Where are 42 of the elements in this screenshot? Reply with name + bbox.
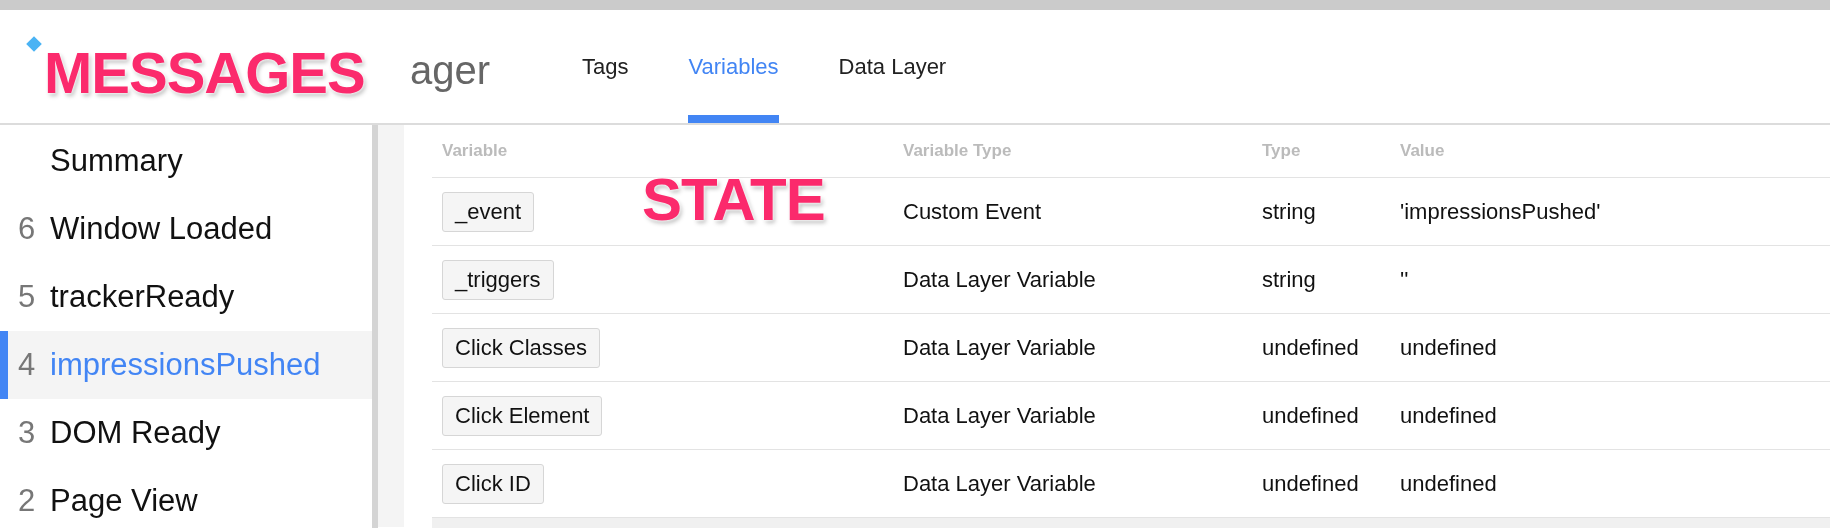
variable-button[interactable]: _triggers: [442, 259, 554, 300]
variable-button[interactable]: Click Element: [442, 395, 603, 436]
message-item[interactable]: Summary: [0, 127, 372, 195]
table-cell: undefined: [1262, 382, 1400, 450]
logo-text: ager: [410, 47, 491, 93]
table-cell: 'impressionsPushed': [1400, 178, 1830, 246]
message-label: DOM Ready: [50, 415, 221, 451]
message-label: Page View: [50, 483, 198, 519]
column-header: Value: [1400, 125, 1830, 178]
message-label: Window Loaded: [50, 211, 273, 247]
nav-tab[interactable]: Data Layer: [838, 10, 947, 123]
variable-button[interactable]: _event: [442, 191, 535, 232]
table-cell: Data Layer Variable: [903, 314, 1262, 382]
message-item[interactable]: 2 Page View: [0, 467, 372, 528]
annotation-label: MESSAGES: [44, 44, 365, 102]
message-number: 6: [17, 211, 37, 247]
table-cell: string: [1262, 178, 1400, 246]
message-number: 2: [17, 483, 37, 519]
message-number: 4: [17, 347, 37, 383]
message-item[interactable]: 3 DOM Ready: [0, 399, 372, 467]
variable-button[interactable]: Click Classes: [442, 327, 601, 368]
column-header: Variable Type: [903, 125, 1262, 178]
table-cell: undefined: [1262, 314, 1400, 382]
message-label: trackerReady: [50, 279, 235, 315]
message-item[interactable]: 6 Window Loaded: [0, 195, 372, 263]
message-number: 3: [17, 415, 37, 451]
message-item[interactable]: 4 impressionsPushed: [0, 331, 372, 399]
column-header: Type: [1262, 125, 1400, 178]
nav-tab[interactable]: Tags: [582, 10, 629, 123]
table-cell: undefined: [1400, 382, 1830, 450]
table-cell: Data Layer Variable: [903, 382, 1262, 450]
table-cell: string: [1262, 246, 1400, 314]
table-cell: Custom Event: [903, 178, 1262, 246]
variable-button[interactable]: Click ID: [442, 463, 544, 504]
column-header: Variable: [432, 125, 903, 178]
message-label: Summary: [50, 143, 183, 179]
table-cell: undefined: [1400, 314, 1830, 382]
table-cell: '': [1400, 246, 1830, 314]
message-item[interactable]: 5 trackerReady: [0, 263, 372, 331]
message-label: impressionsPushed: [50, 347, 321, 383]
message-number: 5: [17, 279, 37, 315]
table-cell: Data Layer Variable: [903, 246, 1262, 314]
